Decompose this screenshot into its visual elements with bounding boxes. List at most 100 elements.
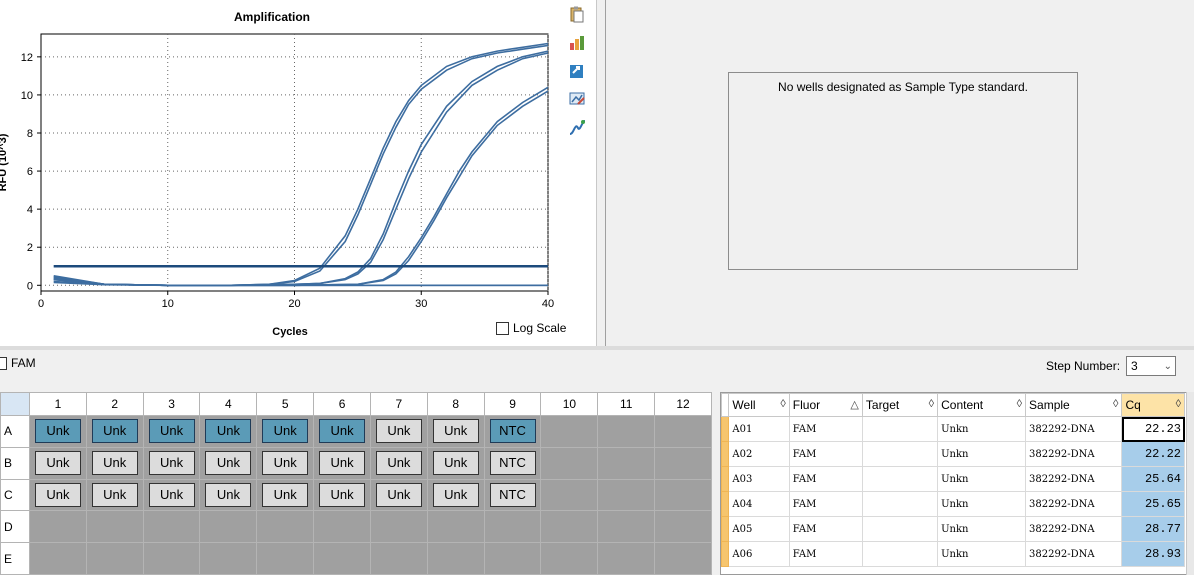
curve-fit-icon[interactable]: [568, 118, 586, 136]
plate-well[interactable]: NTC: [489, 419, 536, 444]
plate-well-cell[interactable]: Unk: [142, 415, 201, 448]
plate-well-cell[interactable]: Unk: [85, 446, 144, 480]
results-cell-sample[interactable]: 382292-DNA: [1025, 516, 1123, 542]
results-cell-target[interactable]: [861, 466, 939, 492]
plate-well-cell[interactable]: Unk: [313, 478, 371, 512]
plate-well[interactable]: Unk: [432, 482, 479, 507]
plate-well-cell[interactable]: [142, 510, 201, 544]
plate-corner[interactable]: [0, 392, 30, 416]
results-row[interactable]: A05 FAM Unkn 382292-DNA 28.77: [721, 516, 1185, 542]
plate-well-cell[interactable]: [597, 510, 656, 544]
row-selector[interactable]: [721, 516, 730, 542]
plate-well[interactable]: Unk: [262, 419, 309, 444]
results-scrollbar[interactable]: [1186, 392, 1194, 575]
plate-well-cell[interactable]: Unk: [369, 415, 428, 448]
step-number-select[interactable]: 3 ⌄: [1126, 356, 1177, 376]
results-column-well[interactable]: Well ◊: [728, 393, 790, 417]
results-cell-fluor[interactable]: FAM: [788, 516, 863, 542]
fam-checkbox[interactable]: [0, 356, 7, 370]
plate-column-header[interactable]: 11: [597, 392, 656, 416]
plate-well[interactable]: Unk: [205, 419, 252, 444]
plate-well[interactable]: Unk: [34, 419, 81, 444]
plate-row-header[interactable]: B: [0, 446, 30, 480]
plate-well[interactable]: Unk: [319, 451, 366, 476]
results-cell-cq[interactable]: 22.22: [1121, 441, 1185, 467]
plate-well-cell[interactable]: Unk: [426, 415, 485, 448]
log-scale-toggle[interactable]: Log Scale: [496, 320, 566, 336]
plate-well-cell[interactable]: Unk: [313, 446, 371, 480]
results-cell-sample[interactable]: 382292-DNA: [1025, 491, 1123, 517]
plate-well-cell[interactable]: [85, 510, 144, 544]
plate-well-cell[interactable]: [426, 542, 485, 575]
plate-well[interactable]: NTC: [489, 482, 536, 507]
plate-column-header[interactable]: 2: [85, 392, 144, 416]
results-column-fluor[interactable]: Fluor △: [788, 393, 863, 417]
results-column-sample[interactable]: Sample ◊: [1025, 393, 1123, 417]
plate-well-cell[interactable]: [597, 415, 656, 448]
plate-well[interactable]: NTC: [489, 451, 536, 476]
plate-well-cell[interactable]: Unk: [199, 478, 258, 512]
plate-well[interactable]: Unk: [432, 451, 479, 476]
sort-icon[interactable]: ◊: [780, 398, 785, 410]
plate-column-header[interactable]: 7: [369, 392, 428, 416]
plate-column-header[interactable]: 3: [142, 392, 201, 416]
plate-well-cell[interactable]: Unk: [85, 478, 144, 512]
plate-well-cell[interactable]: Unk: [426, 446, 485, 480]
fluor-filter[interactable]: FAM: [0, 354, 36, 372]
results-row[interactable]: A01 FAM Unkn 382292-DNA 22.23: [721, 416, 1185, 442]
plate-well-cell[interactable]: Unk: [29, 446, 87, 480]
sort-icon[interactable]: ◊: [1113, 398, 1118, 410]
plate-well-cell[interactable]: [313, 510, 371, 544]
results-cell-content[interactable]: Unkn: [937, 541, 1027, 567]
plate-well-cell[interactable]: [654, 446, 712, 480]
plate-column-header[interactable]: 9: [483, 392, 542, 416]
results-cell-fluor[interactable]: FAM: [788, 541, 863, 567]
plate-well-cell[interactable]: NTC: [483, 478, 542, 512]
plate-well-cell[interactable]: [483, 510, 542, 544]
plate-well-cell[interactable]: [540, 542, 599, 575]
row-selector[interactable]: [721, 491, 730, 517]
results-cell-cq[interactable]: 22.23: [1121, 416, 1185, 442]
results-row[interactable]: A06 FAM Unkn 382292-DNA 28.93: [721, 541, 1185, 567]
plate-well-cell[interactable]: [654, 510, 712, 544]
plate-well-cell[interactable]: Unk: [256, 415, 315, 448]
results-cell-well[interactable]: A06: [728, 541, 790, 567]
results-cell-well[interactable]: A02: [728, 441, 790, 467]
plate-well-cell[interactable]: Unk: [142, 446, 201, 480]
row-selector[interactable]: [721, 416, 730, 442]
results-cell-well[interactable]: A01: [728, 416, 790, 442]
plate-well-cell[interactable]: Unk: [256, 446, 315, 480]
plate-row-header[interactable]: E: [0, 542, 30, 575]
plate-well-cell[interactable]: [540, 415, 599, 448]
sort-icon[interactable]: △: [850, 398, 858, 411]
plate-well[interactable]: Unk: [34, 482, 81, 507]
results-cell-content[interactable]: Unkn: [937, 441, 1027, 467]
results-cell-target[interactable]: [861, 541, 939, 567]
plate-well-cell[interactable]: [540, 446, 599, 480]
horizontal-splitter[interactable]: [0, 346, 1194, 350]
plate-column-header[interactable]: 8: [426, 392, 485, 416]
results-cell-content[interactable]: Unkn: [937, 491, 1027, 517]
results-row[interactable]: A04 FAM Unkn 382292-DNA 25.65: [721, 491, 1185, 517]
results-cell-fluor[interactable]: FAM: [788, 416, 863, 442]
plate-well-cell[interactable]: Unk: [369, 478, 428, 512]
copy-icon[interactable]: [568, 6, 586, 24]
plate-row-header[interactable]: A: [0, 415, 30, 448]
plate-well-cell[interactable]: Unk: [142, 478, 201, 512]
plate-well-cell[interactable]: [256, 542, 315, 575]
plate-well-cell[interactable]: [597, 542, 656, 575]
results-cell-target[interactable]: [861, 516, 939, 542]
plate-well-cell[interactable]: [654, 478, 712, 512]
results-column-target[interactable]: Target ◊: [861, 393, 939, 417]
plate-well[interactable]: Unk: [205, 482, 252, 507]
results-cell-well[interactable]: A04: [728, 491, 790, 517]
row-selector[interactable]: [721, 541, 730, 567]
plate-well-cell[interactable]: [199, 510, 258, 544]
plate-well[interactable]: Unk: [375, 419, 422, 444]
plate-well[interactable]: Unk: [148, 451, 195, 476]
plate-well[interactable]: Unk: [148, 482, 195, 507]
amplification-chart[interactable]: Amplification RFU (10^3) Cycles 0 10 20 30 4…: [0, 0, 560, 346]
plate-well[interactable]: Unk: [262, 451, 309, 476]
plate-well-cell[interactable]: Unk: [29, 478, 87, 512]
results-column-cq[interactable]: Cq ◊: [1121, 393, 1185, 417]
